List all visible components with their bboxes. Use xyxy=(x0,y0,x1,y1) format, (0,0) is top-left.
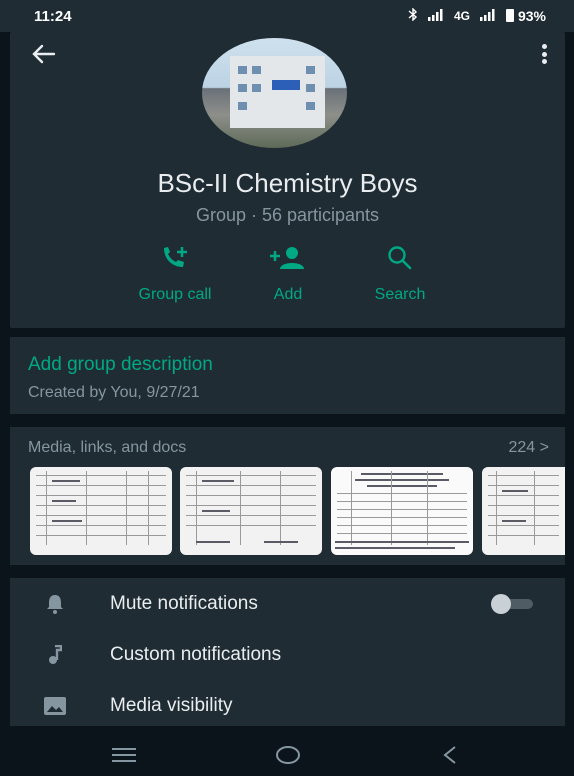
mute-notifications-row[interactable]: Mute notifications xyxy=(10,584,565,624)
battery-indicator: 93% xyxy=(505,8,546,24)
add-description-link[interactable]: Add group description xyxy=(28,354,213,376)
signal-icon xyxy=(427,8,444,24)
group-participants: Group · 56 participants xyxy=(195,205,380,225)
bell-icon xyxy=(44,593,66,615)
bluetooth-icon xyxy=(408,7,418,24)
group-avatar[interactable] xyxy=(202,38,347,148)
group-call-button[interactable]: Group call xyxy=(122,244,228,304)
media-section: Media, links, and docs 224 > xyxy=(10,427,565,565)
image-icon xyxy=(44,695,66,717)
status-indicators: 4G 93% xyxy=(408,7,546,24)
system-nav-bar xyxy=(0,734,574,776)
custom-notifications-label: Custom notifications xyxy=(110,644,282,665)
created-by-text: Created by You, 9/27/21 xyxy=(28,384,200,401)
media-thumbnail[interactable] xyxy=(331,467,473,555)
network-type: 4G xyxy=(453,9,470,23)
add-participant-button[interactable]: Add xyxy=(258,244,318,304)
group-header: BSc-II Chemistry Boys Group · 56 partici… xyxy=(10,32,565,328)
mute-notifications-label: Mute notifications xyxy=(110,593,258,614)
chevron-right-icon: > xyxy=(539,439,549,456)
search-label: Search xyxy=(374,286,426,303)
back-icon[interactable] xyxy=(430,744,470,766)
menu-icon[interactable] xyxy=(104,744,144,766)
status-bar: 11:24 4G 93% xyxy=(0,0,574,32)
group-call-label: Group call xyxy=(138,286,212,303)
media-count: 224 xyxy=(508,439,536,456)
add-label: Add xyxy=(273,286,303,303)
add-call-icon xyxy=(122,244,228,272)
home-icon[interactable] xyxy=(268,744,308,766)
back-arrow-icon[interactable] xyxy=(32,42,56,68)
group-actions: Group call Add Search xyxy=(10,244,565,314)
media-count-link[interactable]: 224 > xyxy=(509,439,550,457)
custom-notifications-row[interactable]: Custom notifications xyxy=(10,635,565,675)
media-thumbnail[interactable] xyxy=(180,467,322,555)
more-options-icon[interactable] xyxy=(541,44,547,64)
mute-toggle[interactable] xyxy=(491,594,535,614)
notification-settings: Mute notifications Custom notifications … xyxy=(10,578,565,726)
status-time: 11:24 xyxy=(34,7,72,25)
group-name[interactable]: BSc-II Chemistry Boys xyxy=(10,168,565,199)
building-photo xyxy=(230,56,325,128)
signal-icon-2 xyxy=(479,8,496,24)
search-button[interactable]: Search xyxy=(362,244,438,304)
battery-level: 93% xyxy=(517,8,546,24)
battery-icon xyxy=(505,9,514,22)
music-note-icon xyxy=(44,644,66,666)
add-person-icon xyxy=(258,244,318,272)
media-title: Media, links, and docs xyxy=(28,439,187,456)
media-visibility-row[interactable]: Media visibility xyxy=(10,686,565,726)
media-thumbnail[interactable] xyxy=(30,467,172,555)
search-icon xyxy=(362,244,438,272)
group-description-section[interactable]: Add group description Created by You, 9/… xyxy=(10,337,565,414)
media-visibility-label: Media visibility xyxy=(110,695,233,716)
media-thumbnail[interactable] xyxy=(482,467,565,555)
